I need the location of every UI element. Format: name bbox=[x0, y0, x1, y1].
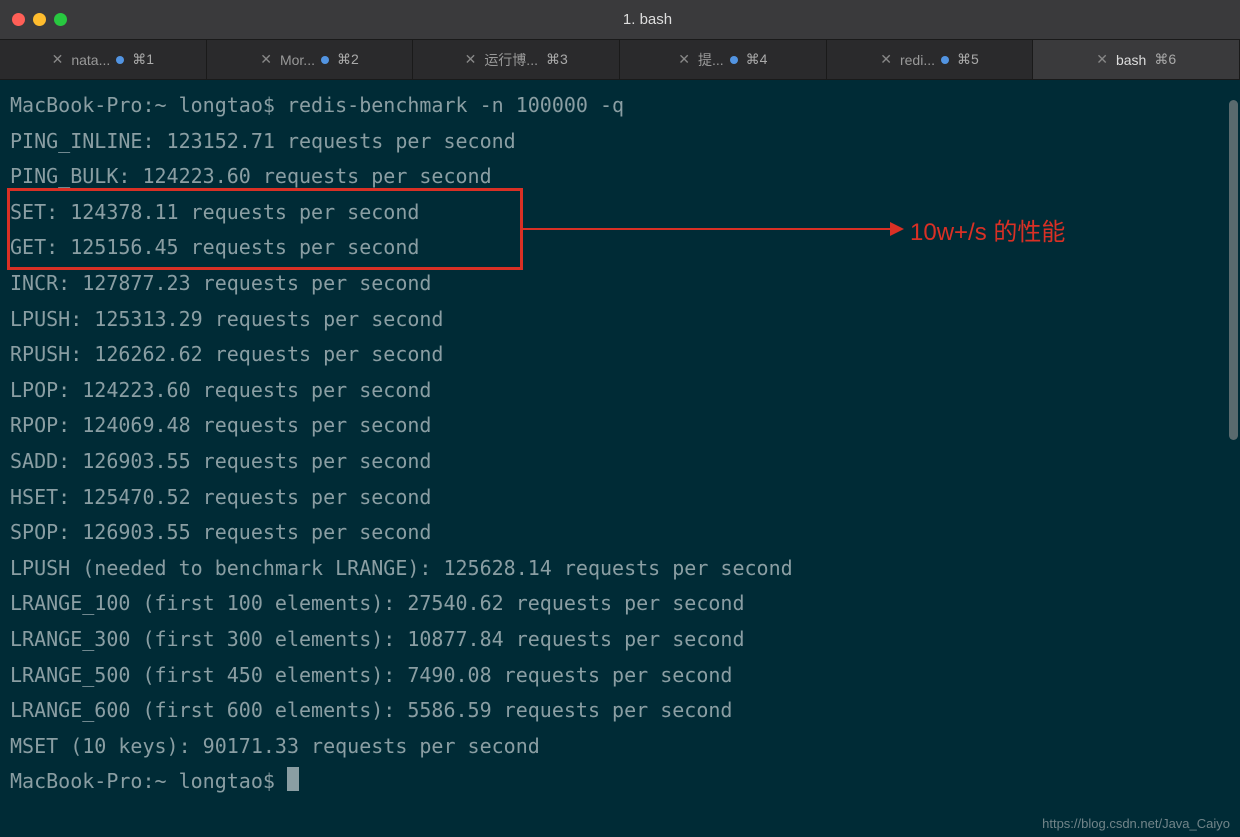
tab-shortcut: ⌘5 bbox=[957, 51, 979, 68]
tab-label: nata... bbox=[71, 52, 110, 68]
close-icon[interactable]: ✕ bbox=[678, 51, 690, 68]
terminal-line: MacBook-Pro:~ longtao$ redis-benchmark -… bbox=[10, 88, 1230, 124]
close-window-button[interactable] bbox=[12, 13, 25, 26]
terminal-line: GET: 125156.45 requests per second bbox=[10, 230, 1230, 266]
terminal-line: RPUSH: 126262.62 requests per second bbox=[10, 337, 1230, 373]
terminal-line: INCR: 127877.23 requests per second bbox=[10, 266, 1230, 302]
tab-4[interactable]: ✕ 提... ⌘4 bbox=[620, 40, 827, 79]
terminal-line: LPUSH (needed to benchmark LRANGE): 1256… bbox=[10, 551, 1230, 587]
tab-shortcut: ⌘1 bbox=[132, 51, 154, 68]
terminal-line: LPUSH: 125313.29 requests per second bbox=[10, 302, 1230, 338]
tab-modified-dot bbox=[730, 56, 738, 64]
tab-shortcut: ⌘3 bbox=[546, 51, 568, 68]
close-icon[interactable]: ✕ bbox=[465, 51, 477, 68]
terminal-line: LRANGE_600 (first 600 elements): 5586.59… bbox=[10, 693, 1230, 729]
traffic-lights bbox=[12, 13, 67, 26]
terminal-line: PING_INLINE: 123152.71 requests per seco… bbox=[10, 124, 1230, 160]
terminal-line: RPOP: 124069.48 requests per second bbox=[10, 408, 1230, 444]
tab-shortcut: ⌘6 bbox=[1154, 51, 1176, 68]
close-icon[interactable]: ✕ bbox=[1096, 51, 1108, 68]
tab-label: redi... bbox=[900, 52, 935, 68]
tab-1[interactable]: ✕ nata... ⌘1 bbox=[0, 40, 207, 79]
tab-label: bash bbox=[1116, 52, 1146, 68]
close-icon[interactable]: ✕ bbox=[880, 51, 892, 68]
terminal-line: SADD: 126903.55 requests per second bbox=[10, 444, 1230, 480]
terminal-line: SPOP: 126903.55 requests per second bbox=[10, 515, 1230, 551]
terminal-line: LRANGE_100 (first 100 elements): 27540.6… bbox=[10, 586, 1230, 622]
watermark: https://blog.csdn.net/Java_Caiyo bbox=[1042, 816, 1230, 831]
close-icon[interactable]: ✕ bbox=[52, 51, 64, 68]
close-icon[interactable]: ✕ bbox=[260, 51, 272, 68]
terminal-line: LRANGE_500 (first 450 elements): 7490.08… bbox=[10, 658, 1230, 694]
terminal-line: HSET: 125470.52 requests per second bbox=[10, 480, 1230, 516]
terminal-line: SET: 124378.11 requests per second bbox=[10, 195, 1230, 231]
tab-modified-dot bbox=[321, 56, 329, 64]
terminal-output[interactable]: MacBook-Pro:~ longtao$ redis-benchmark -… bbox=[0, 80, 1240, 808]
terminal-line: LPOP: 124223.60 requests per second bbox=[10, 373, 1230, 409]
title-bar: 1. bash bbox=[0, 0, 1240, 40]
tab-label: 提... bbox=[698, 50, 724, 70]
terminal-line: LRANGE_300 (first 300 elements): 10877.8… bbox=[10, 622, 1230, 658]
terminal-line: PING_BULK: 124223.60 requests per second bbox=[10, 159, 1230, 195]
tab-2[interactable]: ✕ Mor... ⌘2 bbox=[207, 40, 414, 79]
tab-modified-dot bbox=[941, 56, 949, 64]
tab-bar: ✕ nata... ⌘1 ✕ Mor... ⌘2 ✕ 运行博... ⌘3 ✕ 提… bbox=[0, 40, 1240, 80]
tab-shortcut: ⌘2 bbox=[337, 51, 359, 68]
tab-5[interactable]: ✕ redi... ⌘5 bbox=[827, 40, 1034, 79]
scrollbar[interactable] bbox=[1229, 100, 1238, 440]
terminal-line: MSET (10 keys): 90171.33 requests per se… bbox=[10, 729, 1230, 765]
tab-label: Mor... bbox=[280, 52, 315, 68]
cursor-icon bbox=[287, 767, 299, 791]
tab-6[interactable]: ✕ bash ⌘6 bbox=[1033, 40, 1240, 79]
maximize-window-button[interactable] bbox=[54, 13, 67, 26]
terminal-prompt: MacBook-Pro:~ longtao$ bbox=[10, 764, 1230, 800]
tab-3[interactable]: ✕ 运行博... ⌘3 bbox=[413, 40, 620, 79]
window-title: 1. bash bbox=[67, 11, 1228, 28]
tab-modified-dot bbox=[116, 56, 124, 64]
minimize-window-button[interactable] bbox=[33, 13, 46, 26]
tab-label: 运行博... bbox=[484, 50, 538, 70]
tab-shortcut: ⌘4 bbox=[746, 51, 768, 68]
